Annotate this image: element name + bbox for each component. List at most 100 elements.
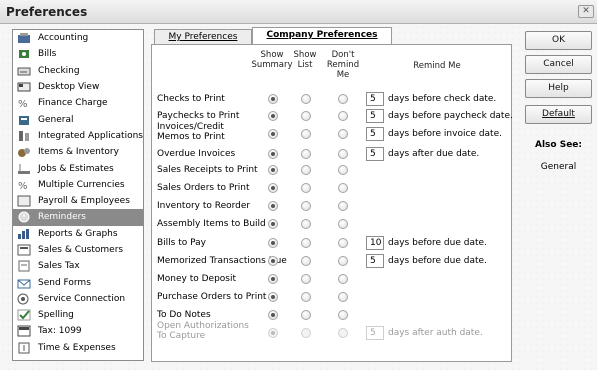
close-button[interactable]: ✕ [578, 5, 594, 18]
sidebar-item[interactable]: Tax: 1099 [13, 323, 143, 339]
days-input[interactable] [366, 109, 384, 123]
radio-list[interactable] [301, 238, 311, 248]
reminder-label: Invoices/Credit Memos to Print [157, 122, 225, 142]
bills-icon [17, 48, 31, 60]
payroll-employees-icon [17, 195, 31, 207]
radio-list[interactable] [301, 256, 311, 266]
sidebar-item[interactable]: Integrated Applications [13, 128, 143, 144]
sidebar-item[interactable]: Spelling [13, 307, 143, 323]
sidebar-item[interactable]: Time & Expenses [13, 340, 143, 356]
days-input[interactable] [366, 127, 384, 141]
radio-summary[interactable] [268, 201, 278, 211]
radio-dont[interactable] [338, 94, 348, 104]
ok-button[interactable]: OK [525, 31, 592, 50]
reminder-label: Paychecks to Print [157, 111, 240, 121]
radio-dont[interactable] [338, 201, 348, 211]
tab-my-preferences[interactable]: My Preferences [154, 29, 252, 44]
radio-list[interactable] [301, 165, 311, 175]
radio-summary[interactable] [268, 310, 278, 320]
radio-summary[interactable] [268, 238, 278, 248]
days-input[interactable] [366, 147, 384, 161]
column-header-dont-remind: Don't Remind Me [326, 50, 360, 80]
radio-list[interactable] [301, 94, 311, 104]
radio-summary[interactable] [268, 129, 278, 139]
radio-list[interactable] [301, 129, 311, 139]
reminder-label: Sales Orders to Print [157, 183, 250, 193]
send-forms-icon [17, 277, 31, 289]
radio-dont[interactable] [338, 219, 348, 229]
radio-dont[interactable] [338, 149, 348, 159]
days-description: days after auth date. [388, 328, 483, 338]
reminder-label: Bills to Pay [157, 238, 206, 248]
sidebar-item[interactable]: Reminders [13, 209, 143, 226]
radio-dont[interactable] [338, 111, 348, 121]
sidebar-item[interactable]: Sales & Customers [13, 242, 143, 258]
radio-summary[interactable] [268, 111, 278, 121]
sidebar-item[interactable]: General [13, 111, 143, 127]
radio-list[interactable] [301, 149, 311, 159]
sidebar-item[interactable]: Bills [13, 46, 143, 62]
reminder-label: Overdue Invoices [157, 149, 236, 159]
radio-list[interactable] [301, 274, 311, 284]
radio-summary[interactable] [268, 94, 278, 104]
general-icon [17, 114, 31, 126]
radio-summary[interactable] [268, 183, 278, 193]
radio-summary[interactable] [268, 274, 278, 284]
radio-dont[interactable] [338, 183, 348, 193]
days-input[interactable] [366, 236, 384, 250]
radio-dont[interactable] [338, 310, 348, 320]
sidebar-item[interactable]: Items & Inventory [13, 144, 143, 160]
radio-summary[interactable] [268, 292, 278, 302]
radio-list[interactable] [301, 292, 311, 302]
radio-list[interactable] [301, 183, 311, 193]
checking-icon [17, 65, 31, 77]
sidebar-item[interactable]: % Multiple Currencies [13, 177, 143, 193]
desktop-view-icon [17, 81, 31, 93]
radio-summary[interactable] [268, 165, 278, 175]
reminder-label: Money to Deposit [157, 274, 237, 284]
sidebar-item[interactable]: Checking [13, 63, 143, 79]
sidebar-item-label: Tax: 1099 [38, 326, 82, 337]
radio-summary[interactable] [268, 149, 278, 159]
sidebar-item-label: Payroll & Employees [38, 196, 130, 207]
radio-list[interactable] [301, 219, 311, 229]
default-button[interactable]: Default [525, 105, 592, 124]
radio-list[interactable] [301, 201, 311, 211]
accounting-icon [17, 32, 31, 44]
sidebar-item[interactable]: Send Forms [13, 274, 143, 290]
radio-summary[interactable] [268, 219, 278, 229]
window-title: Preferences [6, 5, 88, 19]
sidebar-item[interactable]: Sales Tax [13, 258, 143, 274]
sidebar-item-label: Items & Inventory [38, 147, 119, 158]
sidebar-item[interactable]: Reports & Graphs [13, 226, 143, 242]
radio-dont[interactable] [338, 238, 348, 248]
sidebar-item-label: Checking [38, 65, 80, 76]
sidebar-item[interactable]: % Finance Charge [13, 95, 143, 111]
radio-dont[interactable] [338, 129, 348, 139]
category-list[interactable]: Accounting Bills Checking Desktop View% Fina… [12, 29, 144, 361]
radio-summary[interactable] [268, 256, 278, 266]
sidebar-item-label: Service Connection [38, 293, 126, 304]
radio-dont[interactable] [338, 274, 348, 284]
sidebar-item[interactable]: Desktop View [13, 79, 143, 95]
radio-dont[interactable] [338, 165, 348, 175]
radio-dont[interactable] [338, 256, 348, 266]
also-see-general-link[interactable]: General [525, 162, 592, 172]
help-button[interactable]: Help [525, 79, 592, 98]
sidebar-item-label: Jobs & Estimates [38, 163, 114, 174]
sidebar-item[interactable]: Accounting [13, 30, 143, 46]
days-input[interactable] [366, 92, 384, 106]
sidebar-item[interactable]: Service Connection [13, 291, 143, 307]
sidebar-item[interactable]: Jobs & Estimates [13, 160, 143, 176]
finance-charge-icon: % [17, 97, 31, 109]
sidebar-item-label: Spelling [38, 310, 74, 321]
days-input[interactable] [366, 254, 384, 268]
days-input [366, 326, 384, 340]
tab-company-preferences[interactable]: Company Preferences [252, 27, 392, 44]
radio-dont[interactable] [338, 292, 348, 302]
radio-list[interactable] [301, 111, 311, 121]
radio-list[interactable] [301, 310, 311, 320]
days-description: days before due date. [388, 256, 487, 266]
cancel-button[interactable]: Cancel [525, 55, 592, 74]
sidebar-item[interactable]: Payroll & Employees [13, 193, 143, 209]
